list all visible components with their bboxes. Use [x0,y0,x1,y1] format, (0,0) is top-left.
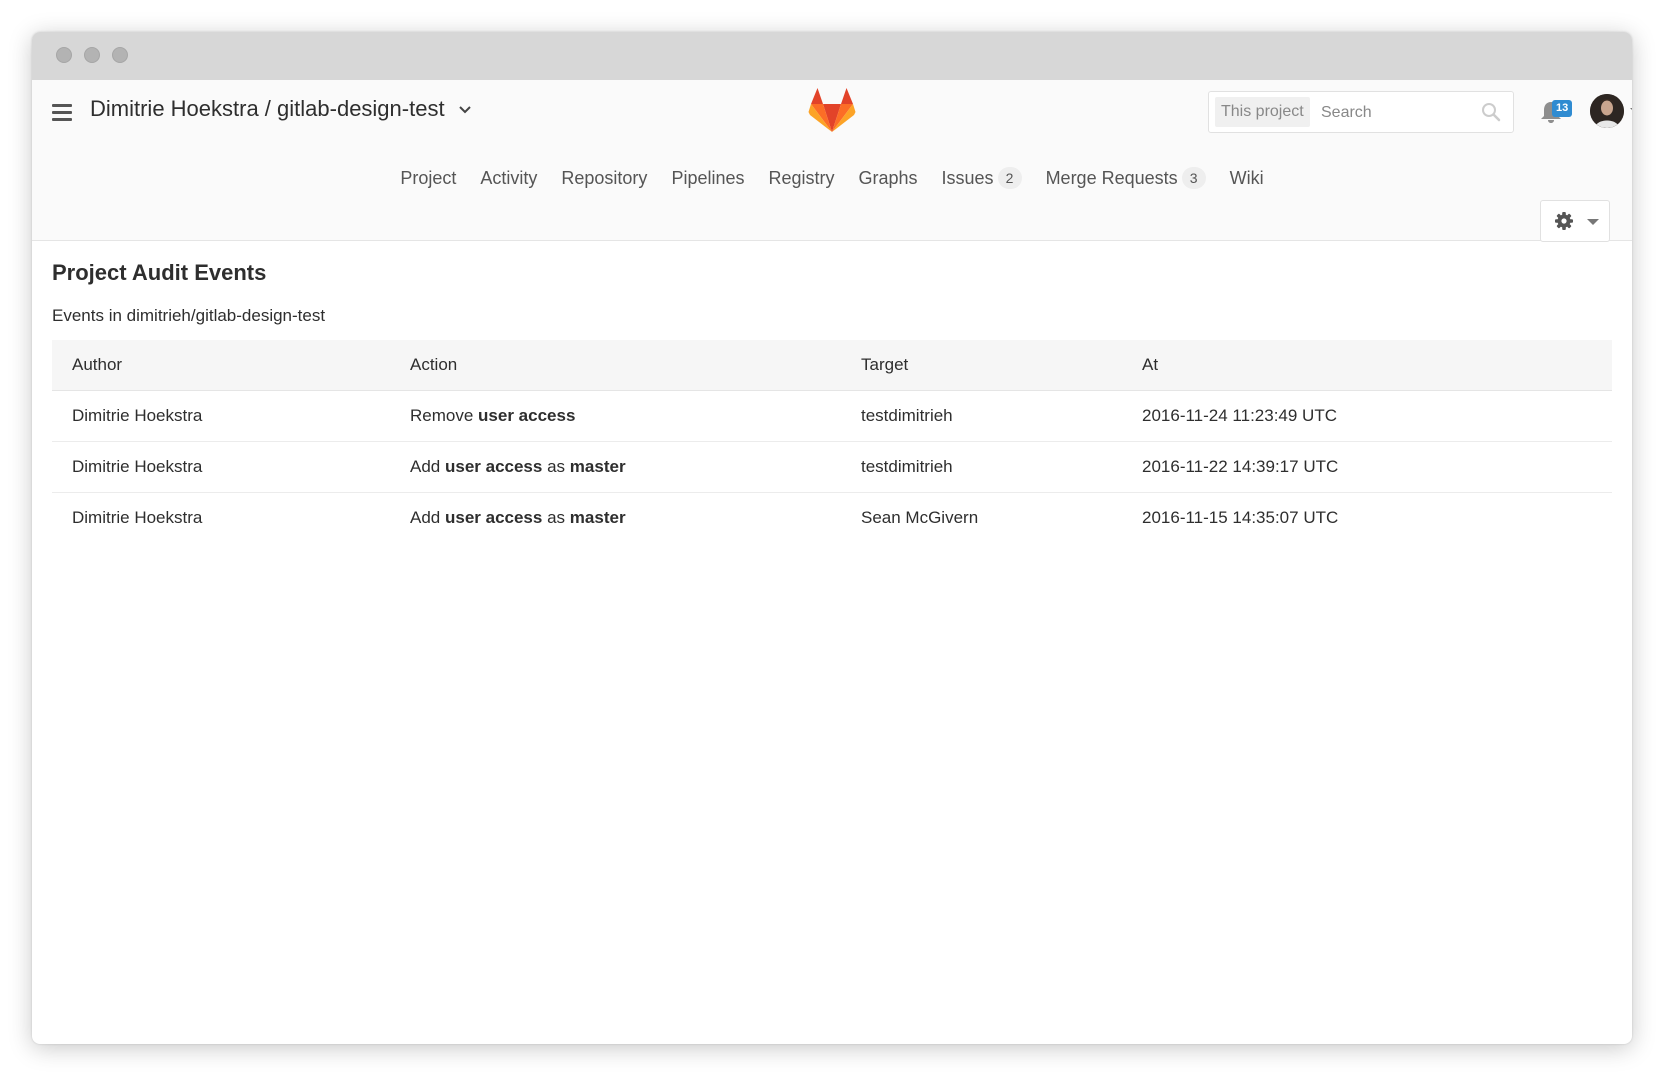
window-close-button[interactable] [56,47,72,63]
chevron-down-icon [1587,219,1599,225]
browser-window: Dimitrie Hoekstra / gitlab-design-test T… [32,32,1632,1044]
tab-merge-requests[interactable]: Merge Requests 3 [1046,158,1206,198]
gitlab-logo[interactable] [808,88,856,134]
action-role: master [569,508,626,527]
notifications-button[interactable]: 13 [1540,98,1574,126]
tab-project-label: Project [400,168,457,188]
cell-target: Sean McGivern [861,508,979,527]
table-row: Dimitrie Hoekstra Remove user access tes… [52,390,1612,442]
tab-pipelines[interactable]: Pipelines [671,158,744,198]
tab-activity-label: Activity [480,168,538,188]
cell-at: 2016-11-22 14:39:17 UTC [1122,441,1612,493]
cell-target: testdimitrieh [841,390,1122,442]
table-row: Dimitrie Hoekstra Add user access as mas… [52,441,1612,493]
merge-requests-count-badge: 3 [1181,167,1206,189]
window-minimize-button[interactable] [84,47,100,63]
cell-author: Dimitrie Hoekstra [72,508,203,527]
tab-issues[interactable]: Issues 2 [942,158,1022,198]
settings-dropdown-button[interactable] [1540,200,1610,242]
action-object: user access [444,457,543,476]
cell-at: 2016-11-15 14:35:07 UTC [1142,508,1339,527]
cell-action: Add user access as master [390,441,841,493]
window-titlebar [32,32,1632,80]
tab-wiki-label: Wiki [1229,168,1264,188]
window-zoom-button[interactable] [112,47,128,63]
tab-issues-label: Issues [941,168,994,188]
notifications-count-badge: 13 [1552,100,1573,117]
tab-repository-label: Repository [561,168,648,188]
search-icon[interactable] [1481,102,1501,122]
cell-target: testdimitrieh [841,441,1122,493]
table-row: Dimitrie Hoekstra Add user access as mas… [52,493,1612,544]
table-header-row: Author Action Target At [52,340,1612,391]
page-title: Project Audit Events [52,260,267,285]
action-verb: Add [410,508,441,527]
action-role: master [569,457,626,476]
cell-author: Dimitrie Hoekstra [52,441,390,493]
action-separator: as [547,508,566,527]
action-object: user access [478,406,576,425]
cell-action: Add user access as master [390,493,841,544]
top-header: Dimitrie Hoekstra / gitlab-design-test T… [32,80,1632,242]
column-header-action: Action [390,340,841,391]
tab-activity[interactable]: Activity [480,158,537,198]
tab-wiki[interactable]: Wiki [1230,158,1264,198]
project-title-dropdown[interactable]: Dimitrie Hoekstra / gitlab-design-test [90,96,471,122]
tab-registry-label: Registry [768,168,835,188]
column-header-target: Target [841,340,1122,391]
search-scope-badge[interactable]: This project [1215,97,1310,127]
hamburger-icon[interactable] [52,104,74,122]
action-verb: Add [410,457,441,476]
avatar-image [1590,94,1624,128]
main-content: Project Audit Events Events in dimitrieh… [52,240,1612,543]
chevron-down-icon [458,106,471,114]
project-title-text: Dimitrie Hoekstra / gitlab-design-test [90,96,445,121]
tab-repository[interactable]: Repository [561,158,647,198]
avatar[interactable] [1590,94,1624,128]
user-menu-caret-icon[interactable] [1630,108,1632,114]
search-input[interactable] [1319,97,1453,129]
cell-action: Remove user access [390,390,841,442]
column-header-at: At [1122,340,1612,391]
project-nav: Project Activity Repository Pipelines Re… [32,158,1632,198]
page-subtitle: Events in dimitrieh/gitlab-design-test [52,306,326,325]
issues-count-badge: 2 [997,167,1022,189]
tab-pipelines-label: Pipelines [671,168,745,188]
gear-icon [1555,212,1573,230]
search-box: This project [1208,91,1514,133]
cell-author: Dimitrie Hoekstra [52,390,390,442]
tab-graphs[interactable]: Graphs [859,158,918,198]
action-verb: Remove [410,406,474,425]
tab-graphs-label: Graphs [858,168,918,188]
tab-merge-requests-label: Merge Requests [1045,168,1178,188]
audit-events-table: Author Action Target At Dimitrie Hoekstr… [52,340,1612,543]
tab-registry[interactable]: Registry [768,158,834,198]
tab-project[interactable]: Project [400,158,456,198]
column-header-author: Author [52,340,390,391]
action-object: user access [444,508,543,527]
cell-at: 2016-11-24 11:23:49 UTC [1122,390,1612,442]
action-separator: as [547,457,566,476]
